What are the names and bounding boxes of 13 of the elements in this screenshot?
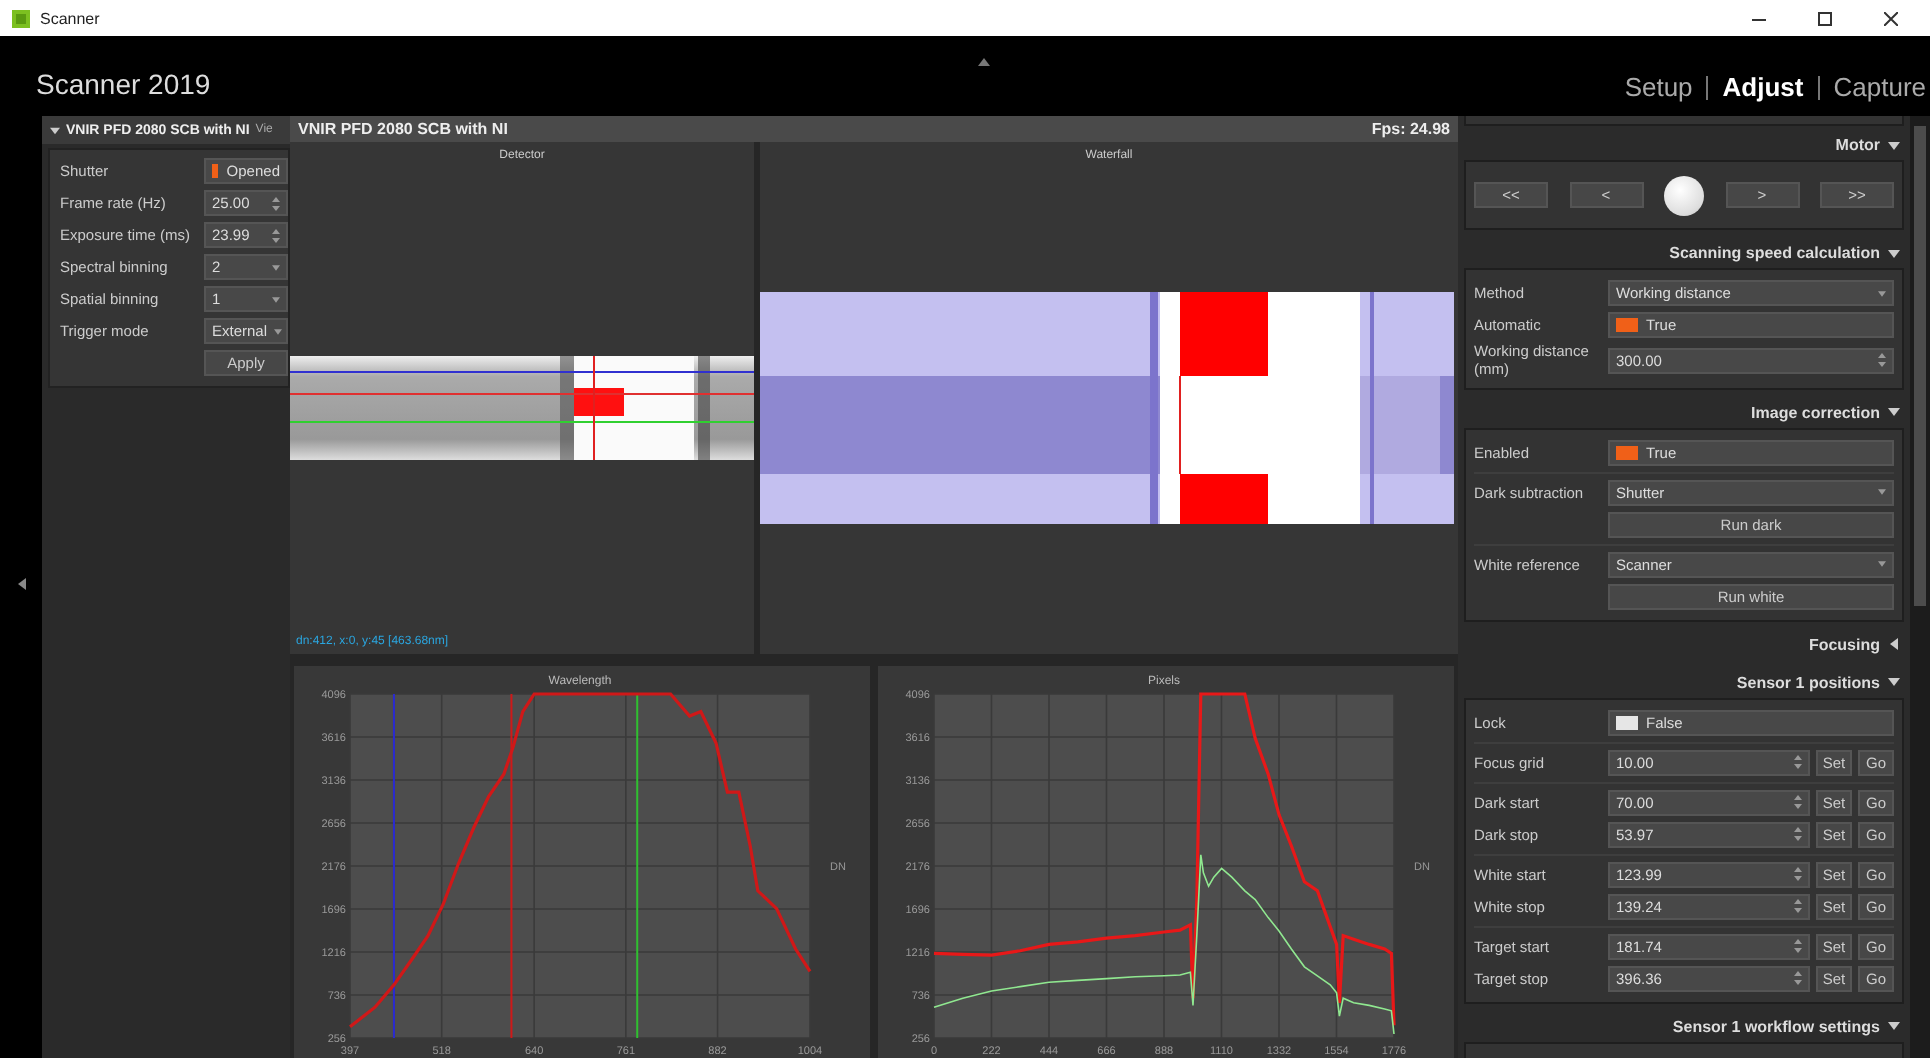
window-title: Scanner	[40, 9, 102, 27]
section-title[interactable]: Sensor 1 positions	[1736, 673, 1880, 692]
section-title[interactable]: Motor	[1835, 136, 1880, 154]
fps-reading: Fps: 24.98	[1371, 119, 1450, 138]
nav-tab[interactable]: Adjust	[1706, 76, 1818, 100]
section-title[interactable]: Scanning speed calculation	[1669, 244, 1880, 262]
nav-tab[interactable]: Capture	[1817, 76, 1930, 100]
viewer-title: VNIR PFD 2080 SCB with NI	[298, 119, 508, 138]
section-title[interactable]: Focusing	[1808, 635, 1880, 654]
section-title[interactable]: Image correction	[1751, 403, 1880, 422]
section-title[interactable]: Sensor 1 workflow settings	[1672, 1017, 1880, 1036]
app-title: Scanner 2019	[36, 68, 213, 100]
nav-tab[interactable]: Setup	[1610, 76, 1707, 100]
